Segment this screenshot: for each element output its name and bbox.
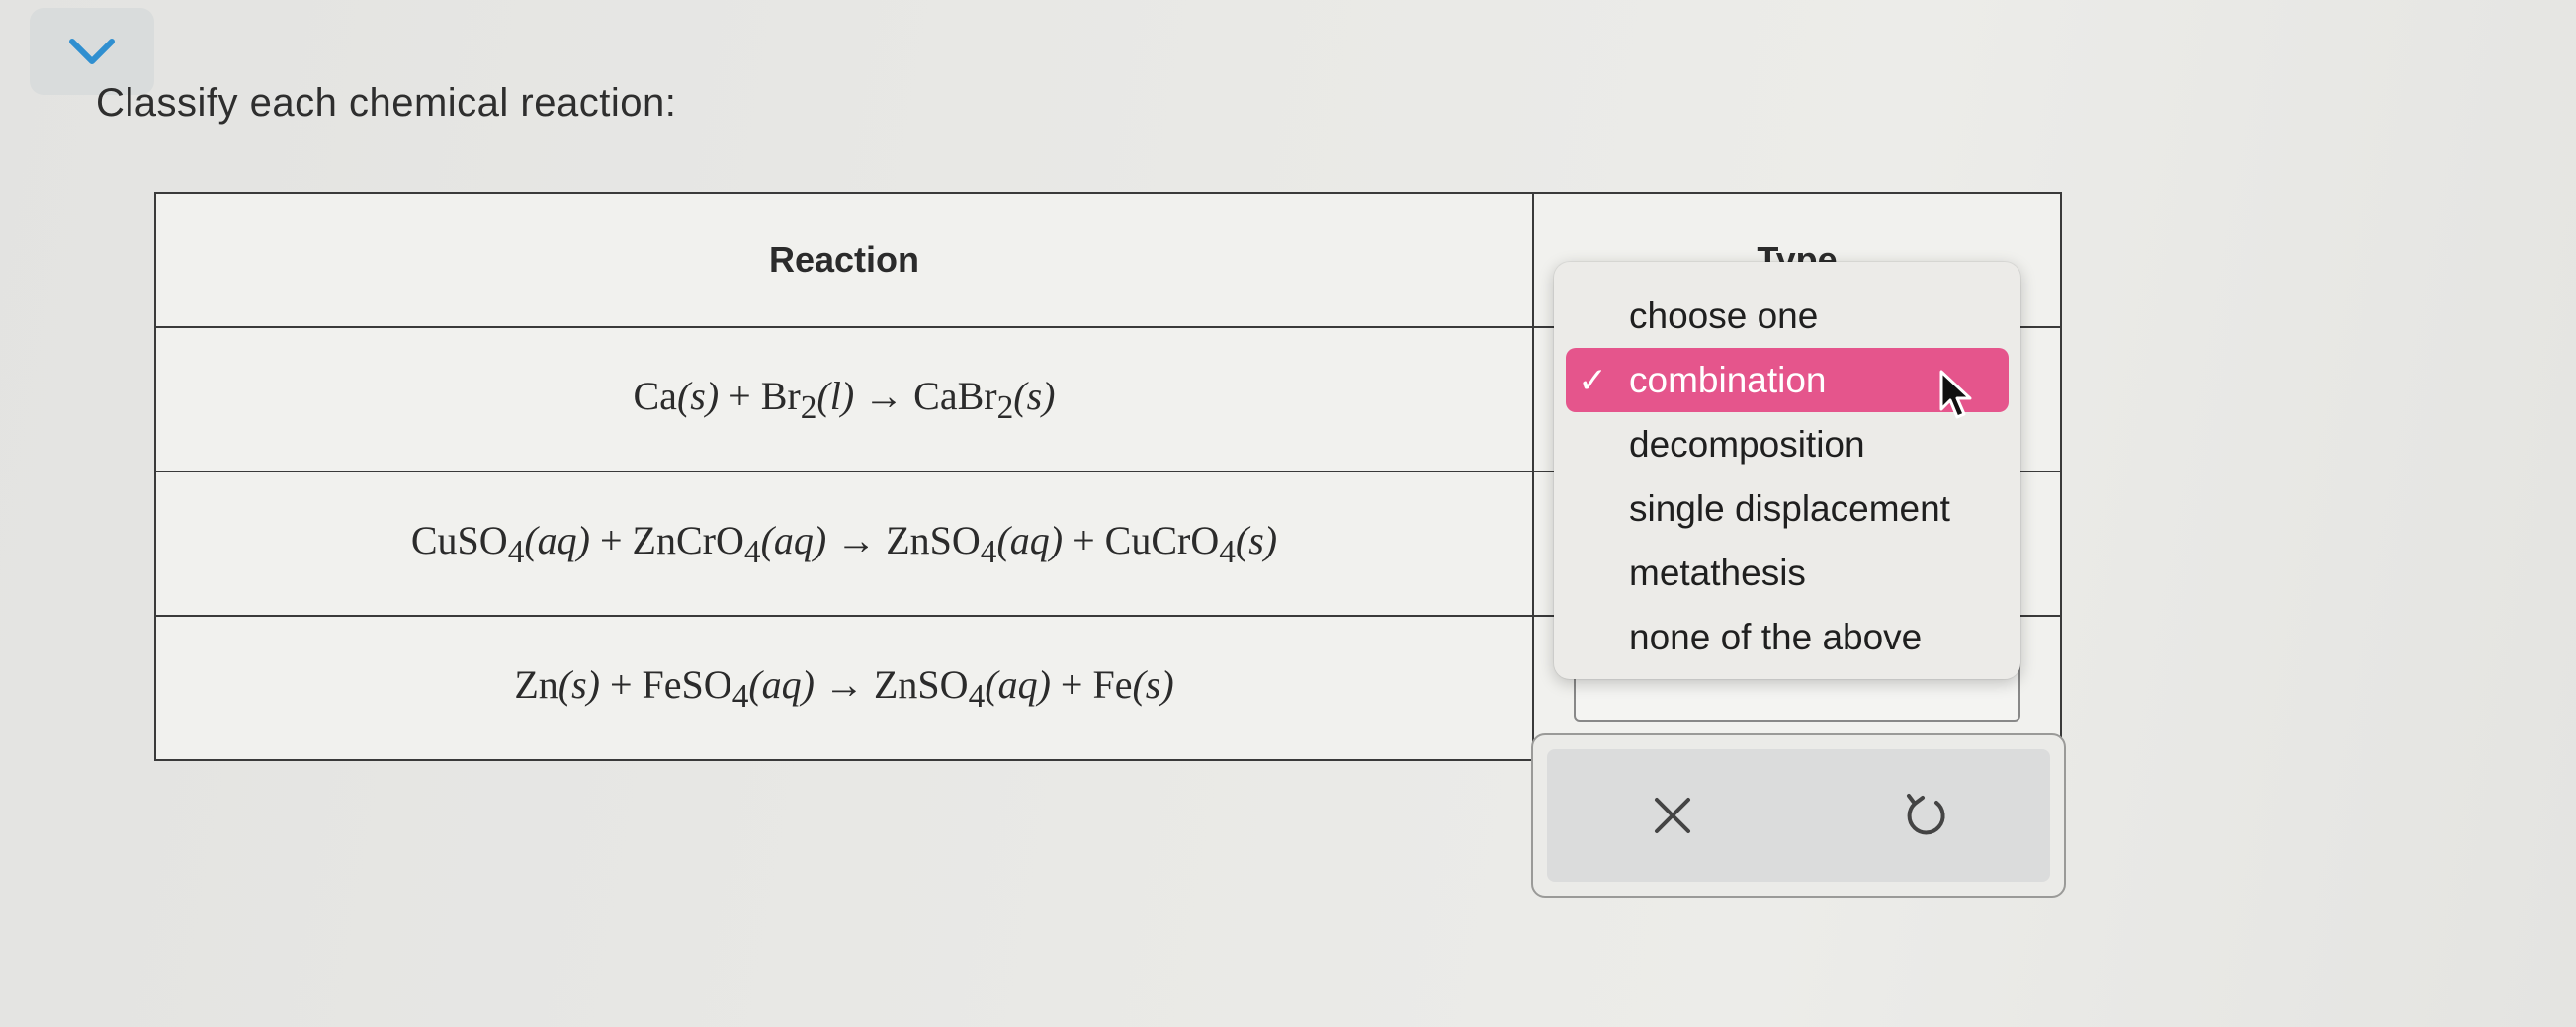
equation-part: (aq) (524, 517, 590, 562)
option-label: choose one (1629, 295, 1819, 336)
header-reaction: Reaction (154, 192, 1534, 328)
option-metathesis[interactable]: metathesis (1566, 541, 2009, 605)
equation-part: + Br (719, 373, 801, 418)
chevron-down-icon (69, 39, 115, 64)
option-decomposition[interactable]: decomposition (1566, 412, 2009, 476)
subscript: 4 (731, 677, 749, 715)
option-label: combination (1629, 359, 1827, 400)
undo-button[interactable] (1865, 766, 1984, 865)
reaction-equation-3: Zn(s) + FeSO4(aq) → ZnSO4(aq) + Fe(s) (154, 615, 1534, 761)
equation-part: CuSO (410, 517, 508, 562)
equation-part: → CaBr (854, 373, 997, 418)
option-label: single displacement (1629, 487, 1950, 529)
equation-part: → ZnSO (815, 661, 969, 707)
option-none-of-the-above[interactable]: none of the above (1566, 605, 2009, 669)
action-panel (1531, 733, 2066, 898)
equation-part: (l) (816, 373, 855, 418)
equation-part: + Fe (1050, 661, 1133, 707)
option-combination[interactable]: ✓ combination (1566, 348, 2009, 412)
undo-icon (1906, 794, 1945, 835)
option-single-displacement[interactable]: single displacement (1566, 476, 2009, 541)
subscript: 4 (1219, 533, 1236, 570)
equation-part: (s) (1132, 661, 1174, 707)
equation-part: (s) (1013, 373, 1056, 418)
equation-part: Ca (633, 373, 677, 418)
option-choose-one[interactable]: choose one (1566, 284, 2009, 348)
subscript: 4 (743, 533, 761, 570)
subscript: 4 (507, 533, 525, 570)
question-prompt: Classify each chemical reaction: (96, 81, 677, 125)
checkmark-icon: ✓ (1578, 359, 1608, 400)
equation-part: (aq) (996, 517, 1064, 562)
equation-part: → ZnSO (826, 517, 981, 562)
equation-part: (s) (558, 661, 600, 707)
subscript: 4 (968, 677, 986, 715)
reaction-equation-2: CuSO4(aq) + ZnCrO4(aq) → ZnSO4(aq) + CuC… (154, 471, 1534, 617)
clear-button[interactable] (1613, 766, 1732, 865)
subscript: 2 (800, 388, 817, 426)
action-bar (1547, 749, 2050, 882)
equation-part: + ZnCrO (590, 517, 744, 562)
type-dropdown-menu: choose one ✓ combination decomposition s… (1554, 262, 2020, 679)
reaction-equation-1: Ca(s) + Br2(l) → CaBr2(s) (154, 326, 1534, 472)
equation-part: (aq) (760, 517, 827, 562)
subscript: 4 (980, 533, 997, 570)
option-label: decomposition (1629, 423, 1865, 465)
x-icon (1655, 798, 1691, 833)
equation-part: (s) (1235, 517, 1278, 562)
equation-part: Zn (514, 661, 558, 707)
option-label: none of the above (1629, 616, 1923, 657)
equation-part: + CuCrO (1063, 517, 1220, 562)
option-label: metathesis (1629, 552, 1806, 593)
equation-part: (aq) (748, 661, 815, 707)
subscript: 2 (996, 388, 1014, 426)
equation-part: (s) (676, 373, 720, 418)
equation-part: (aq) (985, 661, 1051, 707)
equation-part: + FeSO (599, 661, 732, 707)
